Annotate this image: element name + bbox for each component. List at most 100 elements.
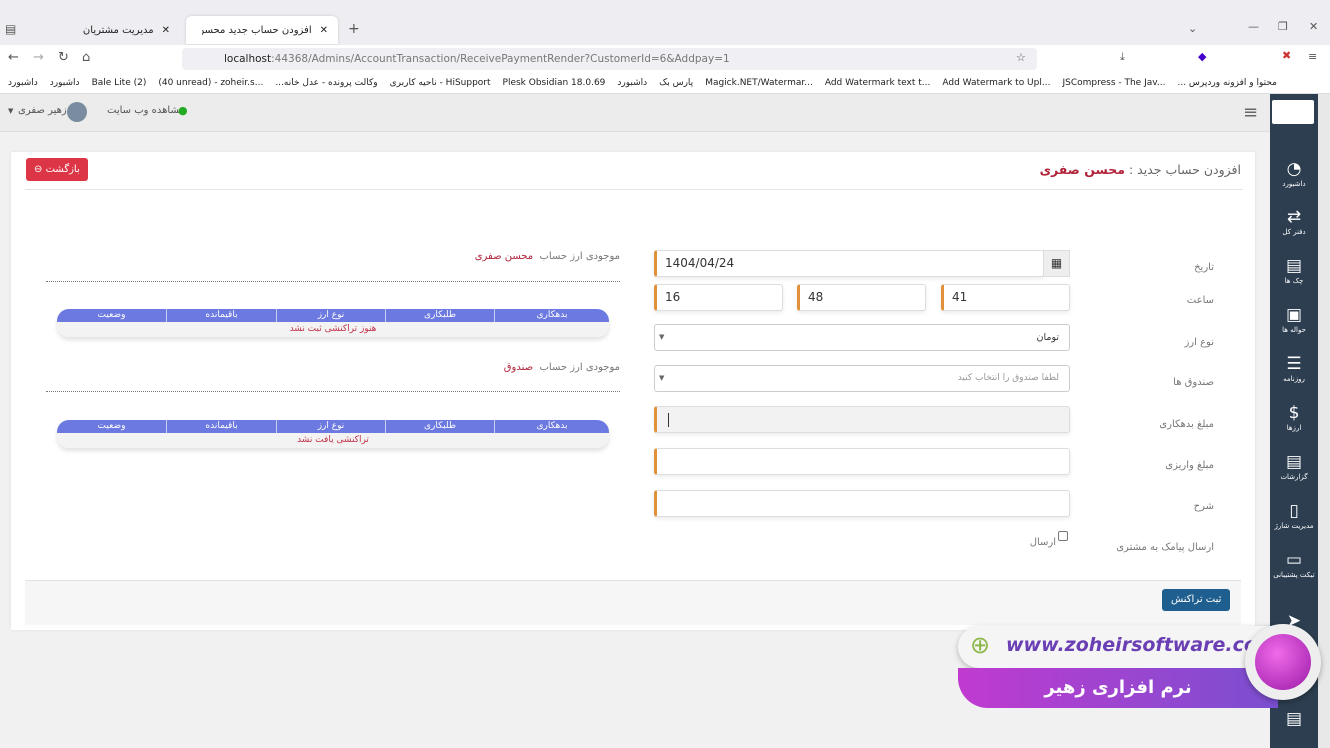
browser-nav-bar: ← → ↻ ⌂ localhost:44368/Admins/AccountTr… xyxy=(0,45,1330,72)
sms-label: ارسال پیامک به مشتری xyxy=(1116,542,1214,553)
ticket-icon: ▭ xyxy=(1285,550,1303,570)
empty-message: تراکنشی یافت نشد xyxy=(57,433,609,448)
bookmark[interactable]: JSCompress - The Jav... xyxy=(1062,78,1165,88)
empty-message: هنوز تراکنشی ثبت نشد xyxy=(57,322,609,337)
debit-input[interactable] xyxy=(654,406,1070,433)
sidebar-item-currencies[interactable]: $ ارزها xyxy=(1270,402,1318,432)
sidebar-item-journal[interactable]: ☰ روزنامه xyxy=(1270,353,1318,383)
extension-icon[interactable]: ◆ xyxy=(1198,50,1206,63)
home-icon[interactable]: ⌂ xyxy=(82,50,90,65)
forward-icon[interactable]: → xyxy=(33,50,44,65)
caret-down-icon[interactable]: ▼ xyxy=(8,107,13,115)
bookmark[interactable]: Magick.NET/Watermar... xyxy=(705,78,813,88)
sidebar-item-dashboard[interactable]: ◔ داشبورد xyxy=(1270,158,1318,188)
address-bar[interactable]: localhost:44368/Admins/AccountTransactio… xyxy=(182,48,1037,70)
app-top-bar: ▼ زهیر صفری مشاهده وب سایت ● ≡ xyxy=(0,94,1270,132)
exchange-icon: ⇄ xyxy=(1286,207,1302,227)
bookmark[interactable]: داشبورد xyxy=(8,78,38,88)
user-menu[interactable]: زهیر صفری xyxy=(18,105,67,116)
time-label: ساعت xyxy=(1186,295,1214,306)
deposit-input[interactable] xyxy=(654,448,1070,475)
bookmark[interactable]: Plesk Obsidian 18.0.69 xyxy=(503,78,606,88)
date-input[interactable]: 1404/04/24 xyxy=(654,250,1044,277)
currency-label: نوع ارز xyxy=(1184,337,1214,348)
minimize-icon[interactable]: — xyxy=(1248,20,1259,33)
bookmark[interactable]: داشبورد xyxy=(50,78,80,88)
divider xyxy=(25,189,1243,190)
second-input[interactable]: 41 xyxy=(941,284,1070,311)
divider xyxy=(46,281,620,282)
sidebar-item-file[interactable]: ▤ xyxy=(1270,708,1318,730)
arrow-left-circle-icon: ⊖ xyxy=(34,164,43,175)
new-tab-icon[interactable]: + xyxy=(348,21,360,37)
divider xyxy=(46,391,620,392)
browser-tab-bar: ▤ ✕مدیریت مشتریان ✕افزودن حساب جدید محسن… xyxy=(0,0,1330,45)
watermark-url-banner: ⊕ www.zoheirsoftware.com xyxy=(958,626,1278,668)
file-icon: ▤ xyxy=(1285,452,1303,472)
close-tab-icon[interactable]: ✕ xyxy=(320,25,328,36)
bookmark[interactable]: Add Watermark text t... xyxy=(825,78,931,88)
close-tab-icon[interactable]: ✕ xyxy=(162,25,170,36)
box-select[interactable]: لطفا صندوق را انتخاب کنید ▼ xyxy=(654,365,1070,392)
bookmark[interactable]: Add Watermark to Upl... xyxy=(942,78,1050,88)
gauge-icon: ◔ xyxy=(1286,159,1302,179)
caret-down-icon: ▼ xyxy=(659,374,665,382)
file-icon: ▤ xyxy=(1285,256,1303,276)
sidebar-item-tickets[interactable]: ▭ تیکت پشتیبانی xyxy=(1270,549,1318,579)
balance-heading: موجودی ارز حساب صندوق xyxy=(503,362,620,373)
bookmark[interactable]: Bale Lite (2) xyxy=(92,78,147,88)
bookmark[interactable]: ...وکالت پرونده - عدل خانه xyxy=(275,78,377,88)
box-label: صندوق ها xyxy=(1173,377,1214,388)
sidebar-item-ledger[interactable]: ⇄ دفتر کل xyxy=(1270,206,1318,236)
globe-icon: ⊕ xyxy=(970,631,991,659)
calendar-icon[interactable]: ▦ xyxy=(1043,250,1070,277)
description-input[interactable] xyxy=(654,490,1070,517)
tab-add-account[interactable]: ✕افزودن حساب جدید محسن صفری xyxy=(186,16,338,44)
caret-down-icon: ▼ xyxy=(659,333,665,341)
currency-select[interactable]: تومان ▼ xyxy=(654,324,1070,351)
back-icon[interactable]: ← xyxy=(8,50,19,65)
bookmark[interactable]: ... محتوا و افزونه وردپرس xyxy=(1177,78,1276,88)
back-button[interactable]: بازگشت ⊖ xyxy=(26,158,88,181)
extension-icon[interactable]: ✖ xyxy=(1282,49,1291,62)
watermark-brand-banner: نرم افزاری زهیر xyxy=(958,668,1278,708)
tab-list-icon[interactable]: ▤ xyxy=(5,22,16,36)
tab-customers[interactable]: ✕ مدیریت مشتریان xyxy=(30,16,180,44)
bookmark[interactable]: ناحیه کاربری - HiSupport xyxy=(390,78,491,88)
view-site-link[interactable]: مشاهده وب سایت xyxy=(107,105,185,116)
bookmark-star-icon[interactable]: ☆ xyxy=(1016,51,1026,64)
sms-checkbox-label: ارسال xyxy=(1029,537,1056,548)
hour-input[interactable]: 16 xyxy=(654,284,783,311)
menu-icon[interactable]: ≡ xyxy=(1308,50,1317,63)
scrollbar[interactable] xyxy=(1318,94,1330,748)
bookmarks-bar: داشبورد داشبورد Bale Lite (2) (40 unread… xyxy=(0,72,1330,94)
hamburger-icon[interactable]: ≡ xyxy=(1243,102,1258,123)
page-title: افزودن حساب جدید : محسن صفری xyxy=(1039,162,1241,177)
close-window-icon[interactable]: ✕ xyxy=(1309,20,1318,33)
avatar[interactable] xyxy=(67,102,87,122)
debit-label: مبلغ بدهکاری xyxy=(1159,419,1214,430)
minute-input[interactable]: 48 xyxy=(797,284,926,311)
bookmark[interactable]: پارس بک xyxy=(659,78,693,88)
date-label: تاریخ xyxy=(1194,262,1214,273)
globe-icon: ● xyxy=(178,104,188,117)
submit-transaction-button[interactable]: ثبت تراکنش xyxy=(1162,589,1231,611)
reload-icon[interactable]: ↻ xyxy=(58,50,69,65)
bookmark[interactable]: (40 unread) - zoheir.s... xyxy=(158,78,263,88)
sms-checkbox[interactable] xyxy=(1058,531,1068,541)
logo xyxy=(1272,100,1314,124)
watermark-logo xyxy=(1245,624,1321,700)
balance-heading: موجودی ارز حساب محسن صفری xyxy=(474,251,620,262)
sidebar-item-checks[interactable]: ▤ چک ها xyxy=(1270,255,1318,285)
download-icon[interactable]: ⤓ xyxy=(1120,50,1125,64)
money-icon: ▣ xyxy=(1285,305,1303,325)
file-icon: ▤ xyxy=(1285,709,1303,729)
sidebar-item-reports[interactable]: ▤ گزارشات xyxy=(1270,451,1318,481)
chevron-down-icon[interactable]: ⌄ xyxy=(1188,22,1197,35)
balance-table: بدهکاری طلبکاری نوع ارز باقیمانده وضعیت تراک… xyxy=(57,420,609,448)
bookmark[interactable]: داشبورد xyxy=(617,78,647,88)
maximize-icon[interactable]: ❐ xyxy=(1278,20,1288,33)
description-label: شرح xyxy=(1193,501,1214,512)
sidebar-item-drafts[interactable]: ▣ حواله ها xyxy=(1270,304,1318,334)
sidebar-item-charge[interactable]: ▯ مدیریت شارژ xyxy=(1270,500,1318,530)
